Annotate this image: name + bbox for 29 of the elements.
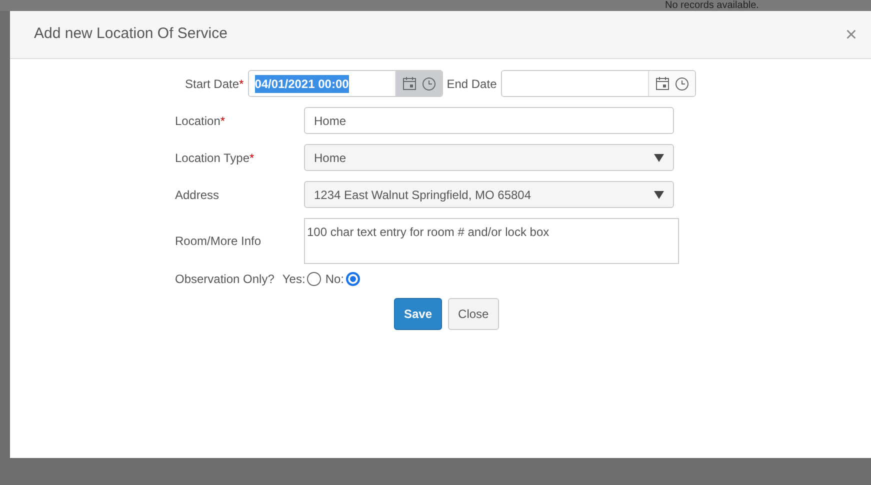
radio-label: Yes: [282,271,306,288]
dropdown[interactable]: 1234 East Walnut Springfield, MO 65804 [304,181,674,208]
field-label: Start Date [185,76,240,90]
clock-icon[interactable] [422,76,436,90]
required-mark: * [239,76,244,90]
close-button[interactable]: Close [448,298,499,330]
required-mark: * [250,150,254,164]
required-mark: * [220,114,226,128]
save-button[interactable]: Save [394,298,442,330]
radio-label: No: [325,271,344,288]
dropdown[interactable]: Home [304,144,674,171]
calendar-icon[interactable] [402,76,417,91]
empty-message: No records available. [665,0,759,11]
field-label: Location [175,114,220,128]
field-label: Observation Only? [174,271,274,288]
clock-icon[interactable] [674,76,689,90]
field-label: Room/More Info [175,234,262,248]
text-field[interactable]: Home [304,107,674,134]
date-field[interactable] [500,70,696,97]
radio-button[interactable] [346,272,360,286]
field-label: Location Type [175,150,250,164]
caret-icon [654,154,664,162]
field-label: End Date [446,76,497,90]
dialog-title: Add new Location Of Service [34,24,228,44]
radio-button[interactable] [307,272,322,286]
calendar-icon[interactable] [654,76,670,91]
caret-icon [654,190,664,198]
text-area[interactable]: 100 char text entry for room # and/or lock box [304,218,679,264]
field-label: Address [175,188,220,202]
